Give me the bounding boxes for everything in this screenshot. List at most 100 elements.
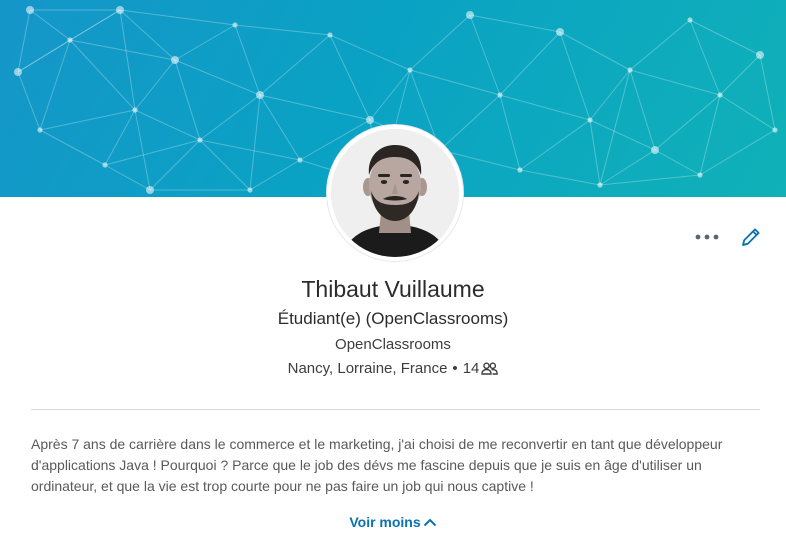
more-horizontal-icon	[695, 234, 719, 240]
network-node	[327, 32, 333, 38]
network-line	[719, 94, 776, 131]
network-line	[329, 34, 371, 121]
network-line	[259, 94, 301, 161]
network-node	[37, 127, 43, 133]
network-node	[772, 127, 778, 133]
network-line	[259, 94, 371, 121]
network-line	[699, 94, 721, 176]
person-photo-icon	[331, 129, 459, 257]
network-line	[369, 69, 411, 121]
pencil-icon	[742, 228, 760, 246]
network-line	[174, 59, 201, 141]
network-line	[199, 139, 251, 191]
network-line	[469, 14, 561, 33]
profile-headline: Étudiant(e) (OpenClassrooms)	[277, 309, 509, 328]
network-line	[39, 129, 106, 166]
chevron-up-icon	[423, 518, 436, 526]
network-node	[171, 56, 179, 64]
network-line	[409, 14, 471, 71]
network-node	[407, 67, 413, 73]
network-line	[249, 94, 261, 191]
network-line	[149, 139, 201, 191]
location-line: Nancy, Lorraine, France • 14	[0, 360, 786, 377]
network-node	[102, 162, 108, 168]
profile-name: Thibaut Vuillaume	[301, 276, 485, 302]
network-line	[469, 14, 501, 96]
network-line	[199, 94, 261, 141]
edit-profile-button[interactable]	[739, 225, 763, 249]
network-node	[132, 107, 138, 113]
network-line	[104, 109, 136, 166]
network-line	[39, 109, 136, 131]
network-node	[67, 37, 73, 43]
more-actions-button[interactable]	[693, 226, 721, 248]
network-node	[597, 182, 603, 188]
network-line	[104, 164, 151, 191]
see-less-button[interactable]: Voir moins	[0, 514, 786, 530]
network-node	[297, 157, 303, 163]
network-line	[519, 169, 601, 186]
network-line	[104, 139, 201, 166]
network-node	[651, 146, 659, 154]
network-node	[717, 92, 723, 98]
network-line	[174, 59, 261, 96]
network-node	[146, 186, 154, 194]
network-line	[589, 119, 601, 186]
network-line	[134, 109, 201, 141]
network-node	[556, 28, 564, 36]
network-node	[627, 67, 633, 73]
network-line	[259, 34, 331, 96]
network-node	[587, 117, 593, 123]
network-line	[119, 9, 136, 111]
network-node	[197, 137, 203, 143]
network-line	[29, 9, 71, 41]
network-node	[247, 187, 253, 193]
network-node	[232, 22, 238, 28]
network-line	[519, 119, 591, 171]
separator-dot: •	[452, 360, 458, 377]
network-line	[174, 24, 236, 61]
network-line	[119, 9, 236, 26]
network-line	[249, 159, 301, 191]
network-node	[26, 6, 34, 14]
network-line	[17, 9, 31, 73]
network-line	[17, 71, 41, 131]
network-node	[497, 92, 503, 98]
network-line	[134, 109, 151, 191]
network-line	[559, 31, 591, 121]
network-line	[499, 31, 561, 96]
network-node	[756, 51, 764, 59]
network-node	[466, 11, 474, 19]
network-node	[116, 6, 124, 14]
network-line	[689, 19, 761, 56]
network-line	[699, 129, 776, 176]
network-node	[256, 91, 264, 99]
network-line	[134, 59, 176, 111]
network-line	[629, 69, 721, 96]
network-node	[687, 17, 693, 23]
network-line	[39, 39, 71, 131]
profile-location: Nancy, Lorraine, France	[287, 360, 448, 377]
network-line	[654, 94, 721, 151]
network-line	[234, 24, 261, 96]
network-line	[439, 94, 501, 151]
network-line	[234, 24, 331, 36]
network-line	[589, 69, 631, 121]
network-line	[599, 69, 631, 186]
network-node	[366, 116, 374, 124]
profile-photo[interactable]	[327, 125, 463, 261]
network-line	[599, 174, 701, 186]
connections-count: 14	[462, 360, 480, 377]
network-line	[759, 54, 776, 131]
profile-company[interactable]: OpenClassrooms	[0, 336, 786, 353]
network-line	[499, 94, 591, 121]
network-node	[517, 167, 523, 173]
network-line	[654, 149, 701, 176]
people-icon	[481, 362, 499, 375]
connections-link[interactable]: 14	[463, 360, 499, 377]
avatar	[331, 129, 459, 257]
network-line	[409, 69, 501, 96]
network-line	[589, 119, 656, 151]
network-line	[629, 19, 691, 71]
network-line	[329, 34, 411, 71]
